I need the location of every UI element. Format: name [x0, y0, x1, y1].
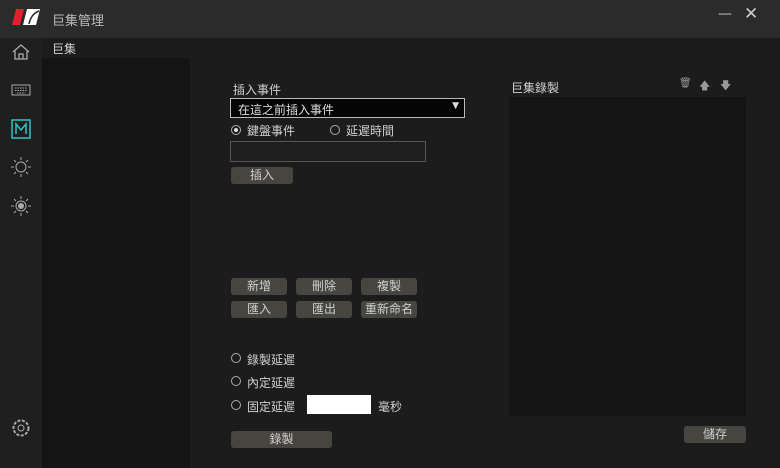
record-delay-label: 錄製延遲: [247, 353, 296, 367]
record-button[interactable]: 錄製: [231, 431, 332, 448]
minimize-button[interactable]: —: [718, 6, 732, 22]
trash-icon[interactable]: 🗑: [679, 78, 692, 89]
brightness-icon[interactable]: [9, 194, 33, 218]
lighting-icon[interactable]: [9, 155, 33, 179]
macro-icon[interactable]: [9, 117, 33, 141]
default-delay-radio[interactable]: [231, 376, 241, 386]
insert-button[interactable]: 插入: [231, 167, 293, 184]
home-icon[interactable]: [9, 40, 33, 64]
copy-button[interactable]: 複製: [361, 278, 417, 295]
rename-button[interactable]: 重新命名: [361, 301, 417, 318]
fixed-delay-input[interactable]: [307, 395, 371, 414]
delay-time-radio[interactable]: [330, 125, 340, 135]
delay-time-label: 延遲時間: [346, 124, 395, 138]
title-bar: 巨集管理 — ✕: [0, 0, 780, 38]
recording-header: 巨集錄製: [511, 81, 560, 95]
macro-list[interactable]: [42, 58, 190, 468]
sidebar: [0, 38, 42, 468]
recording-list[interactable]: [509, 97, 746, 416]
fixed-delay-radio[interactable]: [231, 400, 241, 410]
fixed-delay-label: 固定延遲: [247, 400, 296, 414]
chevron-down-icon: ▼: [452, 101, 459, 111]
arrow-down-icon[interactable]: 🡇: [720, 77, 731, 96]
keyboard-event-label: 鍵盤事件: [247, 124, 296, 138]
export-button[interactable]: 匯出: [296, 301, 352, 318]
dropdown-value: 在這之前插入事件: [238, 103, 335, 117]
close-button[interactable]: ✕: [744, 4, 758, 24]
keyboard-event-radio[interactable]: [231, 125, 241, 135]
event-input[interactable]: [230, 141, 426, 162]
window-title: 巨集管理: [52, 14, 105, 29]
ms-unit-label: 毫秒: [378, 400, 403, 414]
delete-button[interactable]: 刪除: [296, 278, 352, 295]
save-button[interactable]: 儲存: [684, 426, 746, 443]
keyboard-icon[interactable]: [9, 78, 33, 102]
insert-event-label: 插入事件: [233, 83, 282, 97]
import-button[interactable]: 匯入: [231, 301, 287, 318]
macro-list-header: 巨集: [52, 42, 77, 56]
insert-position-dropdown[interactable]: 在這之前插入事件 ▼: [230, 98, 465, 118]
new-button[interactable]: 新增: [231, 278, 287, 295]
default-delay-label: 內定延遲: [247, 376, 296, 390]
app-logo: [12, 9, 40, 25]
arrow-up-icon[interactable]: 🡅: [699, 77, 710, 96]
settings-icon[interactable]: [9, 416, 33, 440]
record-delay-radio[interactable]: [231, 353, 241, 363]
